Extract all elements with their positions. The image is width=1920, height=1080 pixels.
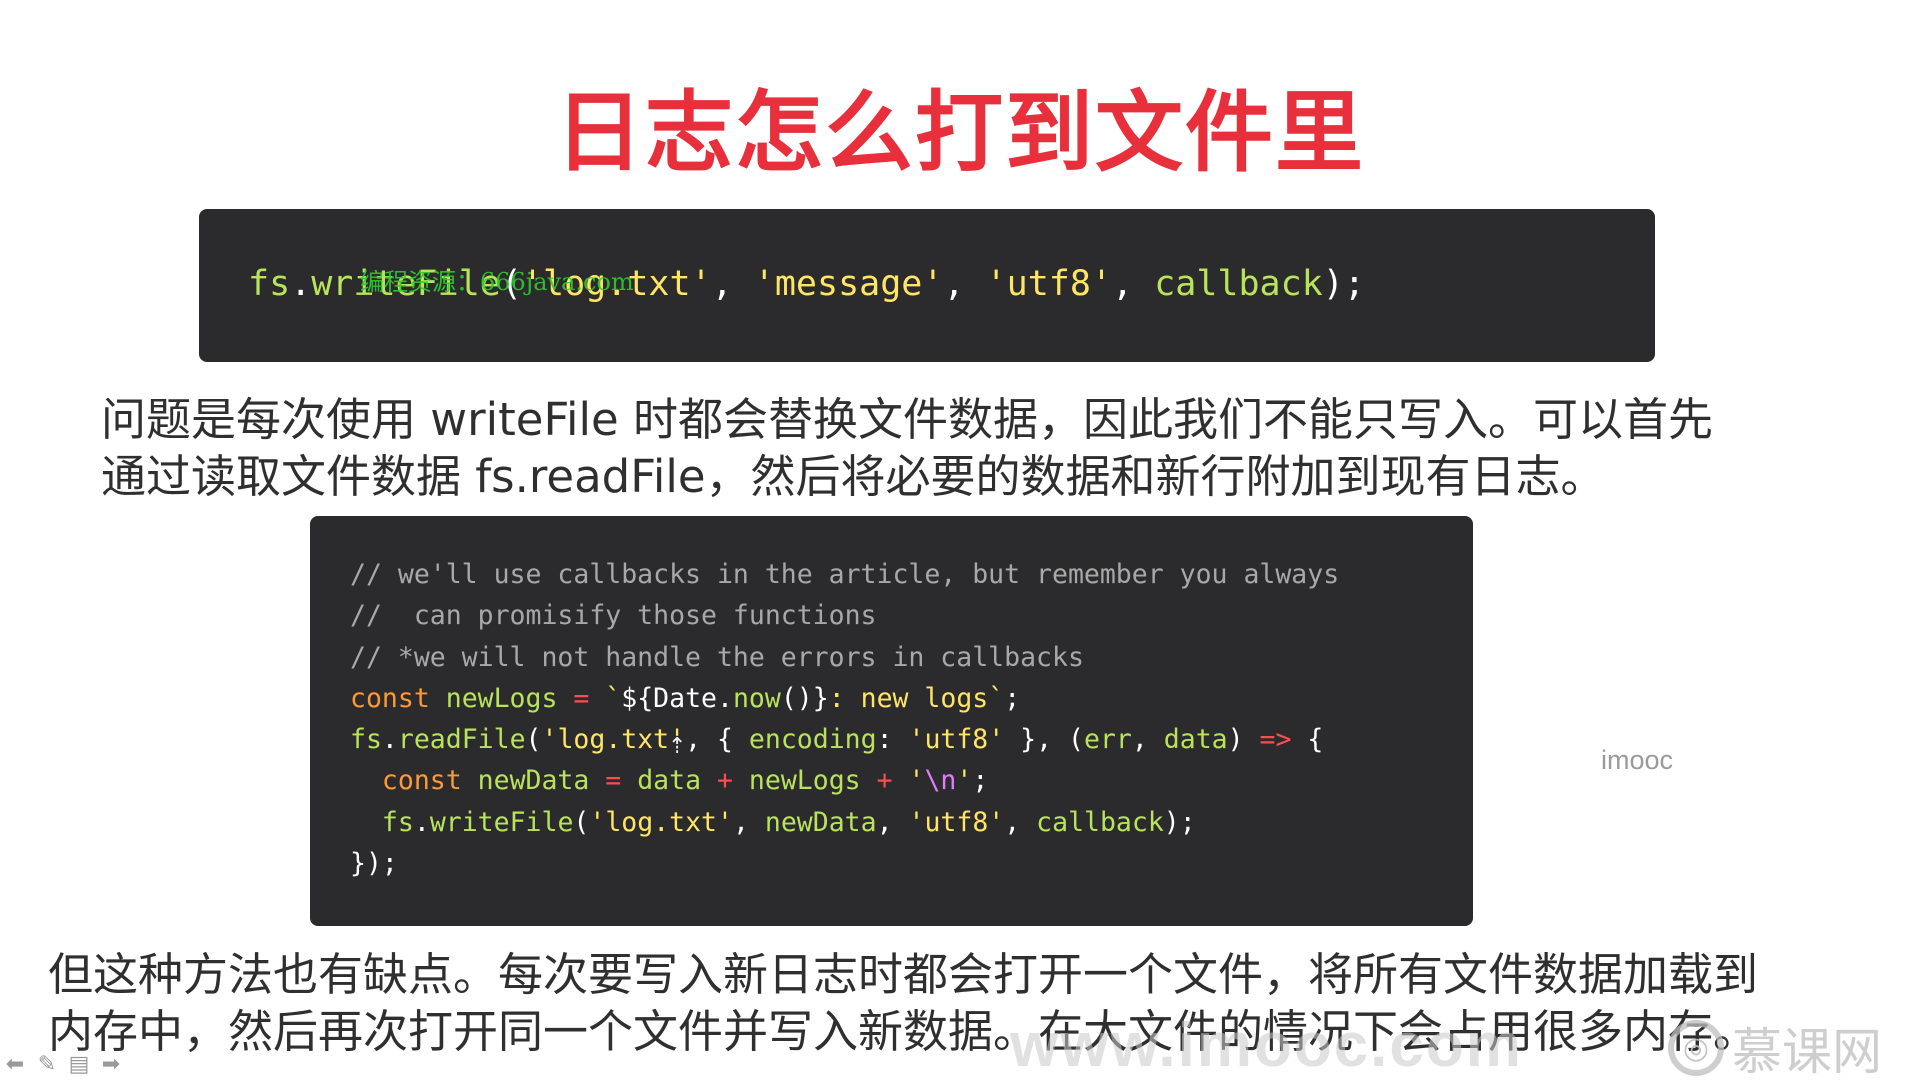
code-token: { (1291, 724, 1324, 756)
code-token: callback (1154, 264, 1323, 304)
code-token: const (350, 682, 446, 714)
code-token: ; (972, 765, 989, 797)
code-line: fs.readFile('log.txt', { encoding: 'utf8… (350, 719, 1339, 760)
brand-watermark-text: 慕课网 (1732, 1023, 1882, 1080)
code-token: // we'll use callbacks in the article, b… (350, 559, 1340, 590)
code-token: = (557, 682, 606, 714)
mouse-cursor-icon: ⇡ (668, 734, 687, 759)
paragraph-problem: 问题是每次使用 writeFile 时都会替换文件数据，因此我们不能只写入。可以… (101, 391, 1713, 505)
code-token: => (1259, 724, 1292, 756)
imooc-mark: imooc (1601, 745, 1674, 775)
brand-logo-icon: ◎ (1668, 1020, 1724, 1076)
code-token: ' (956, 765, 973, 797)
code-token: 'utf8' (908, 806, 1005, 838)
code-token: 'log.txt' (541, 724, 686, 756)
slide-controls: ⬅ ✎ ▤ ➡ (2, 1052, 124, 1078)
code-token: \n (924, 765, 957, 797)
code-token: , (711, 264, 754, 304)
code-token: writeFile (429, 806, 574, 838)
pen-icon[interactable]: ✎ (34, 1052, 60, 1078)
code-token: encoding (748, 724, 877, 756)
code-token: , (876, 806, 909, 838)
code-token: . (413, 806, 430, 838)
code-token: 'utf8' (908, 724, 1005, 756)
brand-watermark: ◎ 慕课网 (1668, 1018, 1882, 1080)
code-token: }, ( (1004, 724, 1084, 756)
code-token: + (860, 765, 909, 797)
slide-title: 日志怎么打到文件里 (554, 81, 1365, 184)
code-token: ); (1163, 806, 1196, 838)
code-token: , { (685, 724, 749, 756)
paragraph-line: 问题是每次使用 writeFile 时都会替换文件数据，因此我们不能只写入。可以… (101, 393, 1714, 446)
code-token: newData (764, 806, 877, 838)
paragraph-line: 但这种方法也有缺点。每次要写入新日志时都会打开一个文件，将所有文件数据加载到 (48, 948, 1759, 1001)
code-token: 'message' (753, 264, 944, 304)
code-token: // can promisify those functions (350, 600, 877, 632)
code-token: data (1163, 724, 1228, 756)
code-token: newLogs (748, 765, 861, 797)
code-token: readFile (397, 724, 526, 756)
code-line: const newLogs = `${Date.now()}: new logs… (350, 678, 1339, 719)
code-token: . (381, 724, 398, 756)
code-token: , (943, 264, 986, 304)
code-token: , (1112, 264, 1155, 304)
code-line: // *we will not handle the errors in cal… (350, 637, 1339, 678)
code-token: ' (908, 765, 925, 797)
code-token: ); (1322, 264, 1365, 304)
code-token: const (381, 765, 478, 797)
code-token: fs (381, 806, 414, 838)
next-arrow-icon[interactable]: ➡ (98, 1052, 124, 1078)
code-token: ) (1227, 724, 1260, 756)
code-token: now (732, 682, 781, 714)
code-token: + (701, 765, 749, 797)
code-line: fs.writeFile('log.txt', newData, 'utf8',… (350, 802, 1339, 843)
code-token: }); (350, 848, 398, 880)
code-token: , (732, 806, 765, 838)
code-line: const newData = data + newLogs + '\n'; (350, 760, 1339, 801)
site-watermark: www.imooc.com (1010, 1011, 1523, 1080)
code-token: newLogs (445, 682, 558, 714)
paragraph-line: 通过读取文件数据 fs.readFile，然后将必要的数据和新行附加到现有日志。 (101, 450, 1606, 503)
code-token: ` (605, 682, 622, 714)
code-token: 'log.txt' (589, 806, 733, 838)
code-token: ( (525, 724, 542, 756)
code-token: // *we will not handle the errors in cal… (350, 641, 1084, 673)
code-token: data (637, 765, 702, 797)
green-watermark: 编程资源：666java.com (360, 268, 634, 296)
code-token: , (1004, 806, 1037, 838)
code-token: 'utf8' (985, 264, 1113, 304)
code-block-readfile: // we'll use callbacks in the article, b… (310, 516, 1473, 926)
menu-icon[interactable]: ▤ (66, 1052, 92, 1078)
prev-arrow-icon[interactable]: ⬅ (2, 1052, 28, 1078)
code-token: = (589, 765, 638, 797)
code-line: // we'll use callbacks in the article, b… (350, 554, 1339, 595)
code-token: ()} (780, 682, 829, 714)
code-token: . (290, 264, 312, 304)
code-token: ${Date. (621, 682, 733, 714)
code-token: , (1131, 724, 1164, 756)
code-token: ( (573, 806, 590, 838)
code-token: : new logs` (828, 682, 1005, 714)
code-token: fs (350, 724, 382, 756)
code-token: err (1084, 724, 1132, 756)
code-token: : (876, 724, 909, 756)
code-lines: // we'll use callbacks in the article, b… (350, 554, 1339, 884)
code-token: newData (477, 765, 590, 797)
code-line: // can promisify those functions (350, 595, 1339, 636)
code-token: fs (248, 264, 291, 304)
code-token: callback (1036, 806, 1164, 838)
code-token: ; (1004, 682, 1021, 714)
code-line: }); (350, 843, 1339, 884)
